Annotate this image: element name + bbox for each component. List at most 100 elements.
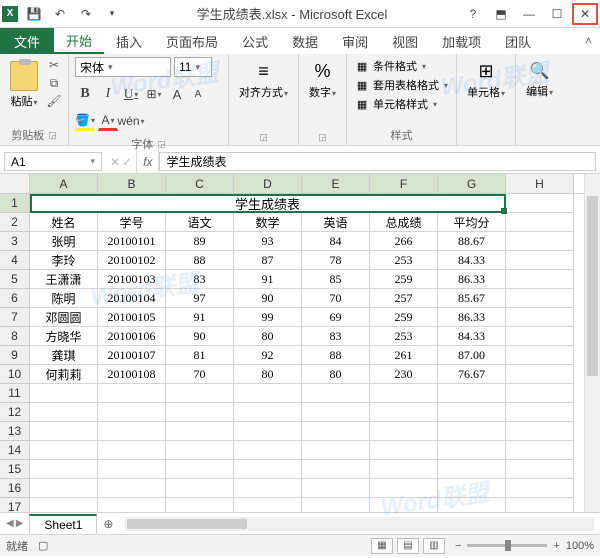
cell[interactable]	[302, 384, 370, 403]
data-cell[interactable]: 90	[234, 289, 302, 308]
cell[interactable]	[506, 460, 574, 479]
launcher-icon[interactable]: ◲	[318, 132, 327, 143]
font-color-button[interactable]: A▾	[98, 111, 118, 131]
sheet-nav-prev-icon[interactable]: ◀	[6, 518, 14, 529]
cell[interactable]	[506, 403, 574, 422]
cell[interactable]	[30, 384, 98, 403]
row-header[interactable]: 14	[0, 441, 30, 460]
font-name-combo[interactable]: 宋体▾	[75, 57, 171, 77]
cell[interactable]	[438, 498, 506, 512]
cell[interactable]	[166, 479, 234, 498]
tab-insert[interactable]: 插入	[104, 28, 154, 54]
cell[interactable]	[370, 441, 438, 460]
cell[interactable]	[506, 289, 574, 308]
cell[interactable]	[30, 460, 98, 479]
number-button[interactable]: % 数字▾	[305, 57, 340, 104]
increase-font-icon[interactable]: A	[167, 84, 187, 104]
title-cell[interactable]: 学生成绩表	[30, 194, 506, 213]
column-header[interactable]: A	[30, 174, 98, 193]
data-cell[interactable]: 87.00	[438, 346, 506, 365]
cell[interactable]	[302, 460, 370, 479]
row-header[interactable]: 16	[0, 479, 30, 498]
data-cell[interactable]: 78	[302, 251, 370, 270]
zoom-level[interactable]: 100%	[566, 540, 594, 552]
tab-layout[interactable]: 页面布局	[154, 28, 230, 54]
data-cell[interactable]: 85	[302, 270, 370, 289]
column-header[interactable]: G	[438, 174, 506, 193]
data-cell[interactable]: 70	[302, 289, 370, 308]
cell[interactable]	[438, 403, 506, 422]
cell[interactable]	[30, 422, 98, 441]
row-header[interactable]: 10	[0, 365, 30, 384]
cut-icon[interactable]: ✂	[46, 57, 62, 73]
decrease-font-icon[interactable]: A	[190, 86, 206, 102]
cell[interactable]	[30, 498, 98, 512]
header-cell[interactable]: 姓名	[30, 213, 98, 232]
column-header[interactable]: E	[302, 174, 370, 193]
data-cell[interactable]: 87	[234, 251, 302, 270]
maximize-icon[interactable]: ☐	[544, 3, 570, 25]
underline-button[interactable]: U▾	[121, 84, 141, 104]
row-header[interactable]: 5	[0, 270, 30, 289]
sheet-nav-next-icon[interactable]: ▶	[16, 518, 24, 529]
data-cell[interactable]: 257	[370, 289, 438, 308]
tab-file[interactable]: 文件	[0, 28, 54, 54]
data-cell[interactable]: 92	[234, 346, 302, 365]
data-cell[interactable]: 253	[370, 251, 438, 270]
launcher-icon[interactable]: ◲	[48, 130, 57, 141]
data-cell[interactable]: 70	[166, 365, 234, 384]
cell[interactable]	[438, 460, 506, 479]
cell[interactable]	[302, 403, 370, 422]
data-cell[interactable]: 20100103	[98, 270, 166, 289]
cell[interactable]	[506, 327, 574, 346]
cell[interactable]	[98, 498, 166, 512]
horizontal-scrollbar[interactable]	[125, 517, 594, 531]
row-header[interactable]: 7	[0, 308, 30, 327]
column-header[interactable]: H	[506, 174, 574, 193]
data-cell[interactable]: 230	[370, 365, 438, 384]
tab-data[interactable]: 数据	[280, 28, 330, 54]
tab-addin[interactable]: 加载项	[430, 28, 493, 54]
cell[interactable]	[234, 479, 302, 498]
cells-area[interactable]: 学生成绩表姓名学号语文数学英语总成绩平均分张明20100101899384266…	[30, 194, 584, 512]
data-cell[interactable]: 88	[166, 251, 234, 270]
data-cell[interactable]: 80	[302, 365, 370, 384]
format-painter-icon[interactable]: 🖌	[46, 93, 62, 109]
cell-style-button[interactable]: ▦单元格样式▾	[353, 95, 450, 113]
cell[interactable]	[370, 498, 438, 512]
cell[interactable]	[98, 479, 166, 498]
cell[interactable]	[506, 498, 574, 512]
launcher-icon[interactable]: ◲	[157, 139, 166, 150]
data-cell[interactable]: 88.67	[438, 232, 506, 251]
data-cell[interactable]: 91	[166, 308, 234, 327]
cell[interactable]	[370, 403, 438, 422]
row-header[interactable]: 4	[0, 251, 30, 270]
data-cell[interactable]: 20100101	[98, 232, 166, 251]
cell[interactable]	[438, 422, 506, 441]
data-cell[interactable]: 89	[166, 232, 234, 251]
worksheet-grid[interactable]: ABCDEFGH 1234567891011121314151617 学生成绩表…	[0, 174, 600, 512]
data-cell[interactable]: 方晓华	[30, 327, 98, 346]
cell[interactable]	[506, 251, 574, 270]
cell[interactable]	[438, 384, 506, 403]
help-icon[interactable]: ?	[460, 3, 486, 25]
row-header[interactable]: 13	[0, 422, 30, 441]
row-headers[interactable]: 1234567891011121314151617	[0, 194, 30, 512]
data-cell[interactable]: 97	[166, 289, 234, 308]
row-header[interactable]: 12	[0, 403, 30, 422]
cell[interactable]	[302, 479, 370, 498]
row-header[interactable]: 9	[0, 346, 30, 365]
data-cell[interactable]: 83	[302, 327, 370, 346]
bold-button[interactable]: B	[75, 84, 95, 104]
data-cell[interactable]: 20100107	[98, 346, 166, 365]
normal-view-icon[interactable]: ▦	[371, 538, 393, 554]
row-header[interactable]: 11	[0, 384, 30, 403]
cell[interactable]	[302, 441, 370, 460]
data-cell[interactable]: 李玲	[30, 251, 98, 270]
data-cell[interactable]: 84	[302, 232, 370, 251]
cell[interactable]	[234, 441, 302, 460]
select-all-corner[interactable]	[0, 174, 30, 194]
page-layout-view-icon[interactable]: ▤	[397, 538, 419, 554]
fx-icon[interactable]: fx	[136, 150, 159, 173]
data-cell[interactable]: 邓圆圆	[30, 308, 98, 327]
